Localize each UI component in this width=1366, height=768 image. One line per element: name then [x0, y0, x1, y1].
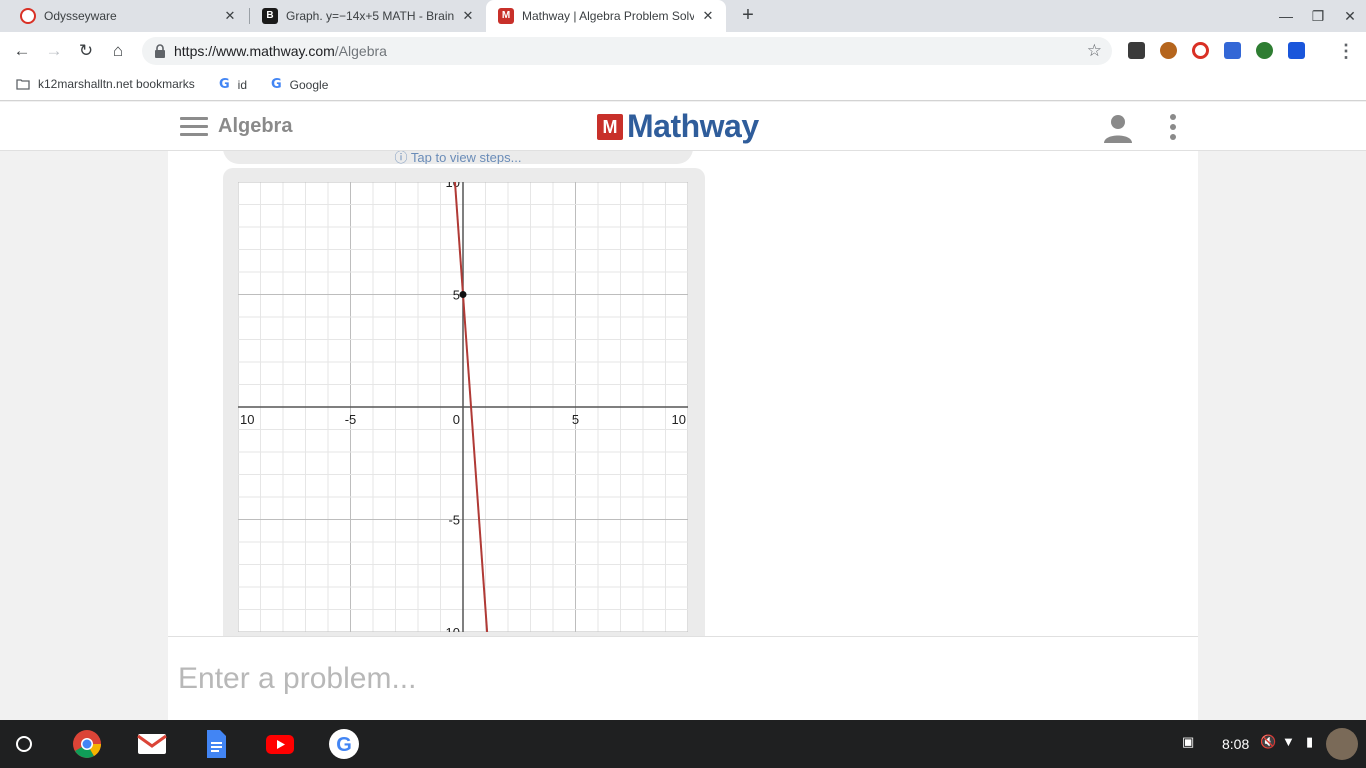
mathway-header: Algebra M Mathway [0, 102, 1366, 151]
bookmark-label: Google [289, 77, 329, 92]
clock[interactable]: 8:08 [1222, 736, 1249, 752]
x-tick-label: 10 [240, 412, 254, 427]
y-tick-label: -10 [441, 625, 460, 632]
close-icon[interactable]: ✕ [222, 8, 238, 24]
mute-icon[interactable]: 🔇 [1260, 734, 1276, 750]
minimize-icon[interactable]: — [1276, 6, 1296, 26]
avatar[interactable] [1326, 728, 1358, 760]
extension-icon[interactable] [1224, 42, 1241, 59]
url-path: /Algebra [334, 43, 387, 59]
more-options-icon[interactable] [1166, 111, 1180, 143]
steps-bubble[interactable]: ⓘ Tap to view steps... [223, 151, 693, 164]
folder-icon [16, 79, 30, 90]
battery-icon[interactable]: ▮ [1306, 734, 1313, 750]
web-page: Algebra M Mathway ⓘ Tap to view steps...… [0, 102, 1366, 720]
hamburger-menu-icon[interactable] [180, 117, 208, 137]
bookmark-folder[interactable]: k12marshalltn.net bookmarks [16, 77, 195, 91]
bookmarks-bar: k12marshalltn.net bookmarks G id G Googl… [0, 70, 1366, 101]
brainly-icon: B [262, 8, 278, 24]
restore-icon[interactable]: ❐ [1308, 6, 1328, 26]
user-icon[interactable] [1102, 112, 1134, 144]
mathway-logo[interactable]: M Mathway [597, 108, 759, 145]
tab-odysseyware[interactable]: Odysseyware ✕ [8, 0, 248, 32]
problem-input[interactable] [178, 659, 1178, 699]
x-tick-label: -5 [345, 412, 357, 427]
graph-card: 10 -5 0 5 10 10 5 -5 -10 [223, 168, 705, 636]
google-icon: G [219, 77, 230, 92]
home-icon[interactable]: ⌂ [107, 40, 129, 62]
y-tick-label: 10 [446, 182, 460, 190]
x-tick-label: 0 [453, 412, 460, 427]
close-window-icon[interactable]: ✕ [1340, 6, 1360, 26]
browser-toolbar: ← → ↻ ⌂ https://www.mathway.com/Algebra … [0, 32, 1366, 70]
google-icon: G [271, 77, 282, 92]
bookmark-id[interactable]: G id [219, 77, 247, 92]
steps-link[interactable]: Tap to view steps... [411, 151, 522, 164]
star-icon[interactable]: ☆ [1087, 41, 1102, 61]
svg-text:G: G [336, 734, 352, 756]
odysseyware-icon [20, 8, 36, 24]
launcher-icon[interactable] [16, 736, 32, 752]
bookmark-google[interactable]: G Google [271, 77, 328, 92]
google-icon[interactable]: G [328, 728, 360, 760]
wifi-icon[interactable]: ▼ [1282, 734, 1295, 749]
logo-text: Mathway [627, 108, 759, 144]
extension-icon[interactable] [1256, 42, 1273, 59]
tab-title: Graph. y=−14x+5 MATH - Brainly [286, 9, 454, 23]
docs-icon[interactable] [200, 728, 232, 760]
tab-brainly[interactable]: B Graph. y=−14x+5 MATH - Brainly ✕ [250, 0, 486, 32]
close-icon[interactable]: ✕ [700, 8, 716, 24]
bookmark-label: id [237, 77, 248, 92]
tab-title: Odysseyware [44, 9, 117, 23]
mathway-icon: M [498, 8, 514, 24]
browser-menu-icon[interactable]: ⋮ [1337, 40, 1355, 62]
url-host: https://www.mathway.com [174, 43, 335, 59]
chat-content: ⓘ Tap to view steps... 10 -5 0 5 10 10 5 -5 -10 [168, 151, 1198, 636]
chrome-icon[interactable] [71, 728, 103, 760]
reload-icon[interactable]: ↻ [75, 40, 97, 62]
logo-mark: M [597, 113, 623, 140]
y-tick-label: 5 [453, 288, 460, 303]
extension-icon[interactable] [1128, 42, 1145, 59]
extension-icon[interactable] [1288, 42, 1305, 59]
close-icon[interactable]: ✕ [460, 8, 476, 24]
os-shelf: G ▣ 8:08 🔇 ▼ ▮ [0, 720, 1366, 768]
gmail-icon[interactable] [136, 728, 168, 760]
new-tab-button[interactable]: + [738, 5, 758, 26]
y-tick-label: -5 [448, 513, 460, 528]
lock-icon [155, 44, 165, 58]
extension-icon[interactable] [1160, 42, 1177, 59]
tab-title: Mathway | Algebra Problem Solver [522, 9, 694, 23]
image-icon[interactable]: ▣ [1182, 734, 1194, 750]
graph-plot[interactable]: 10 -5 0 5 10 10 5 -5 -10 [238, 182, 688, 632]
bookmark-label: k12marshalltn.net bookmarks [38, 77, 195, 91]
address-bar[interactable]: https://www.mathway.com/Algebra ☆ [142, 37, 1112, 65]
extension-icon[interactable] [1192, 42, 1209, 59]
input-area [168, 636, 1198, 720]
youtube-icon[interactable] [264, 728, 296, 760]
x-tick-label: 5 [572, 412, 579, 427]
section-title[interactable]: Algebra [218, 115, 292, 138]
x-tick-label: 10 [672, 412, 686, 427]
back-icon[interactable]: ← [11, 40, 33, 62]
tab-strip: Odysseyware ✕ B Graph. y=−14x+5 MATH - B… [0, 0, 1366, 32]
info-icon: ⓘ [394, 151, 411, 164]
forward-icon[interactable]: → [43, 40, 65, 62]
y-intercept-point [459, 291, 467, 298]
tab-mathway[interactable]: M Mathway | Algebra Problem Solver ✕ [486, 0, 726, 32]
